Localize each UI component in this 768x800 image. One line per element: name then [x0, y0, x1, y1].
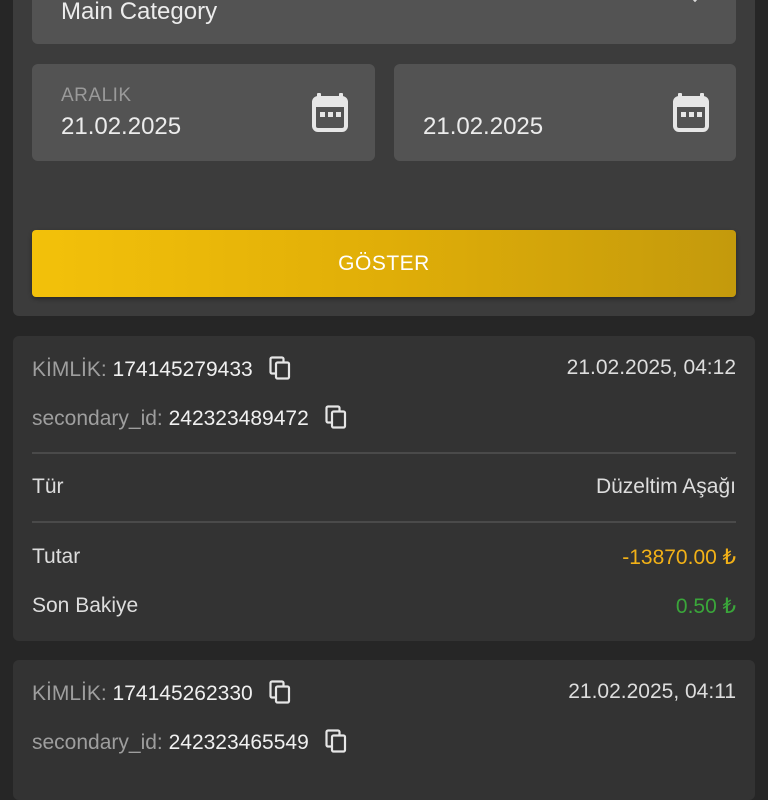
- transaction-id-value: 174145279433: [112, 358, 253, 381]
- filter-panel: Main Category ARALIK 21.02.2025 21.02.20…: [13, 0, 755, 316]
- chevron-down-icon: [687, 0, 703, 3]
- type-row: Tür Düzeltim Aşağı: [32, 475, 736, 505]
- transaction-id-label: KİMLİK:: [32, 358, 107, 381]
- copy-icon[interactable]: [324, 405, 347, 429]
- balance-value: 0.50 ₺: [675, 595, 736, 618]
- date-end-value: 21.02.2025: [423, 113, 544, 140]
- balance-row: Son Bakiye 0.50 ₺: [32, 594, 736, 624]
- secondary-id-label: secondary_id:: [32, 407, 163, 430]
- copy-icon[interactable]: [268, 356, 291, 380]
- category-select[interactable]: Main Category: [32, 0, 736, 44]
- secondary-id-row: secondary_id: 242323465549: [32, 729, 736, 759]
- transaction-id-row: KİMLİK: 174145262330 21.02.2025, 04:11: [32, 680, 736, 710]
- copy-icon[interactable]: [324, 729, 347, 753]
- amount-row: Tutar -13870.00 ₺: [32, 545, 736, 575]
- date-start-label: ARALIK: [61, 85, 132, 106]
- date-end-field[interactable]: 21.02.2025: [394, 64, 736, 161]
- transaction-datetime: 21.02.2025, 04:12: [566, 356, 736, 379]
- transaction-card: KİMLİK: 174145262330 21.02.2025, 04:11 s…: [13, 660, 755, 800]
- transaction-datetime: 21.02.2025, 04:11: [568, 680, 736, 703]
- divider: [32, 452, 736, 454]
- type-label: Tür: [32, 475, 64, 498]
- secondary-id-row: secondary_id: 242323489472: [32, 405, 736, 435]
- copy-icon[interactable]: [268, 680, 291, 704]
- secondary-id-value: 242323465549: [168, 731, 309, 754]
- transaction-id-label: KİMLİK:: [32, 682, 107, 705]
- amount-value: -13870.00 ₺: [622, 546, 736, 569]
- category-select-value: Main Category: [61, 0, 218, 25]
- divider: [32, 521, 736, 523]
- transaction-id-row: KİMLİK: 174145279433 21.02.2025, 04:12: [32, 356, 736, 386]
- date-start-field[interactable]: ARALIK 21.02.2025: [32, 64, 375, 161]
- secondary-id-label: secondary_id:: [32, 731, 163, 754]
- date-start-value: 21.02.2025: [61, 113, 182, 140]
- amount-label: Tutar: [32, 545, 81, 568]
- show-button[interactable]: GÖSTER: [32, 230, 736, 297]
- calendar-icon[interactable]: [312, 93, 348, 133]
- transaction-id-value: 174145262330: [112, 682, 253, 705]
- calendar-icon[interactable]: [673, 93, 709, 133]
- type-value: Düzeltim Aşağı: [595, 475, 736, 498]
- transaction-card: KİMLİK: 174145279433 21.02.2025, 04:12 s…: [13, 336, 755, 641]
- secondary-id-value: 242323489472: [168, 407, 309, 430]
- balance-label: Son Bakiye: [32, 594, 139, 617]
